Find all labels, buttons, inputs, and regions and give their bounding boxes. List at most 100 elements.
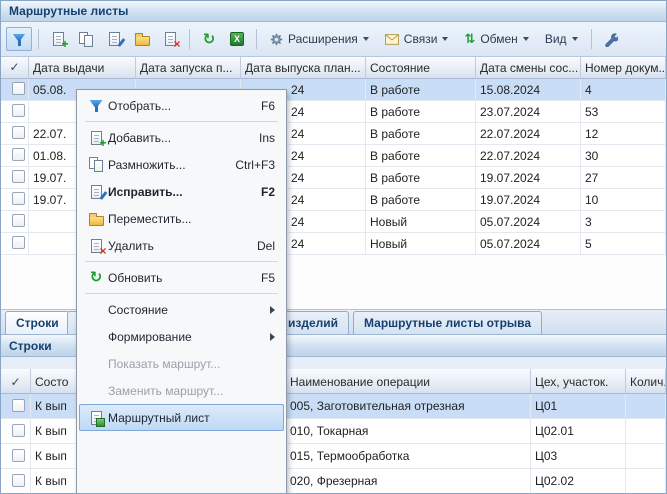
cell-shop: Ц03 bbox=[531, 444, 626, 468]
row-checkbox[interactable] bbox=[12, 424, 25, 437]
header-select-all[interactable]: ✓ bbox=[1, 57, 29, 78]
header-issue-date[interactable]: Дата выдачи bbox=[29, 57, 136, 78]
cell-state: В работе bbox=[366, 167, 476, 188]
tab-label: Маршрутные листы отрыва bbox=[364, 316, 531, 330]
menu-item-state[interactable]: Состояние bbox=[79, 296, 284, 323]
cell-doc-number: 10 bbox=[581, 189, 666, 210]
menu-item-move[interactable]: Переместить... bbox=[79, 205, 284, 232]
header-state[interactable]: Состояние bbox=[366, 57, 476, 78]
cell-state: В работе bbox=[366, 79, 476, 100]
filter-button[interactable] bbox=[6, 27, 32, 51]
app-window: Маршрутные листы Расширения Связи bbox=[0, 0, 667, 494]
duplicate-document-icon bbox=[79, 32, 94, 47]
row-checkbox[interactable] bbox=[12, 236, 25, 249]
menu-item-duplicate[interactable]: Размножить... Ctrl+F3 bbox=[79, 151, 284, 178]
view-label: Вид bbox=[545, 32, 567, 46]
cell-doc-number: 30 bbox=[581, 145, 666, 166]
header-doc-number[interactable]: Номер докум... bbox=[581, 57, 666, 78]
cell-state-change-date: 19.07.2024 bbox=[476, 167, 581, 188]
cell-operation-name: 010, Токарная bbox=[286, 419, 531, 443]
delete-document-icon bbox=[91, 239, 102, 253]
row-checkbox[interactable] bbox=[12, 192, 25, 205]
chevron-down-icon bbox=[442, 37, 448, 41]
chevron-down-icon bbox=[523, 37, 529, 41]
gear-icon bbox=[270, 33, 283, 46]
row-checkbox[interactable] bbox=[12, 170, 25, 183]
cell-state-change-date: 05.07.2024 bbox=[476, 233, 581, 254]
cell-shop: Ц01 bbox=[531, 394, 626, 418]
cell-state: Новый bbox=[366, 211, 476, 232]
add-button[interactable] bbox=[45, 27, 71, 51]
route-sheet-icon bbox=[91, 411, 102, 425]
tab-stroki[interactable]: Строки bbox=[5, 311, 70, 334]
cell-doc-number: 3 bbox=[581, 211, 666, 232]
row-checkbox[interactable] bbox=[12, 104, 25, 117]
row-checkbox[interactable] bbox=[12, 399, 25, 412]
menu-item-edit[interactable]: Исправить... F2 bbox=[79, 178, 284, 205]
menu-separator bbox=[85, 121, 278, 122]
tools-button[interactable] bbox=[598, 27, 624, 51]
row-select-cell bbox=[1, 101, 29, 122]
header-plan-date[interactable]: Дата выпуска план... bbox=[241, 57, 366, 78]
toolbar-separator bbox=[38, 29, 39, 49]
exchange-menu-button[interactable]: Обмен bbox=[457, 27, 535, 51]
row-select-cell bbox=[1, 123, 29, 144]
cell-shop: Ц02.01 bbox=[531, 419, 626, 443]
cell-quantity bbox=[626, 444, 666, 468]
extensions-label: Расширения bbox=[288, 32, 358, 46]
header-select-all[interactable]: ✓ bbox=[1, 369, 31, 393]
cell-operation-name: 005, Заготовительная отрезная bbox=[286, 394, 531, 418]
menu-item-filter[interactable]: Отобрать... F6 bbox=[79, 92, 284, 119]
tab-marshrutnye-listy-otryva[interactable]: Маршрутные листы отрыва bbox=[353, 311, 542, 334]
row-checkbox[interactable] bbox=[12, 474, 25, 487]
row-checkbox[interactable] bbox=[12, 449, 25, 462]
row-checkbox[interactable] bbox=[12, 82, 25, 95]
header-quantity[interactable]: Колич... bbox=[626, 369, 666, 393]
lines-title: Строки bbox=[9, 339, 52, 353]
row-select-cell bbox=[1, 79, 29, 100]
chevron-down-icon bbox=[363, 37, 369, 41]
cell-state: В работе bbox=[366, 189, 476, 210]
refresh-button[interactable] bbox=[196, 27, 222, 51]
links-menu-button[interactable]: Связи bbox=[378, 27, 456, 51]
menu-item-show-route: Показать маршрут... bbox=[79, 350, 284, 377]
submenu-arrow-icon bbox=[270, 333, 275, 341]
submenu-arrow-icon bbox=[270, 306, 275, 314]
duplicate-button[interactable] bbox=[73, 27, 99, 51]
row-select-cell bbox=[1, 145, 29, 166]
menu-item-formation[interactable]: Формирование bbox=[79, 323, 284, 350]
cell-quantity bbox=[626, 394, 666, 418]
header-state-change-date[interactable]: Дата смены сос... bbox=[476, 57, 581, 78]
edit-button[interactable] bbox=[101, 27, 127, 51]
header-operation-name[interactable]: Наименование операции bbox=[286, 369, 531, 393]
move-button[interactable] bbox=[129, 27, 155, 51]
edit-document-icon bbox=[91, 185, 102, 199]
menu-item-add[interactable]: Добавить... Ins bbox=[79, 124, 284, 151]
menu-item-route-sheet[interactable]: Маршрутный лист bbox=[79, 404, 284, 431]
cell-shop: Ц02.02 bbox=[531, 469, 626, 493]
toolbar: Расширения Связи Обмен Вид bbox=[1, 22, 666, 57]
extensions-menu-button[interactable]: Расширения bbox=[263, 27, 376, 51]
menu-separator bbox=[85, 293, 278, 294]
funnel-icon bbox=[13, 33, 26, 46]
menu-item-delete[interactable]: Удалить Del bbox=[79, 232, 284, 259]
row-checkbox[interactable] bbox=[12, 214, 25, 227]
excel-button[interactable] bbox=[224, 27, 250, 51]
delete-document-icon bbox=[165, 32, 176, 46]
row-select-cell bbox=[1, 167, 29, 188]
header-shop[interactable]: Цех, участок. bbox=[531, 369, 626, 393]
row-checkbox[interactable] bbox=[12, 148, 25, 161]
delete-button[interactable] bbox=[157, 27, 183, 51]
row-select-cell bbox=[1, 469, 31, 493]
header-launch-date[interactable]: Дата запуска п... bbox=[136, 57, 241, 78]
menu-item-replace-route: Заменить маршрут... bbox=[79, 377, 284, 404]
cell-quantity bbox=[626, 469, 666, 493]
move-folder-icon bbox=[89, 216, 104, 226]
row-checkbox[interactable] bbox=[12, 126, 25, 139]
refresh-icon bbox=[90, 270, 103, 285]
view-menu-button[interactable]: Вид bbox=[538, 27, 585, 51]
panel-title-bar: Маршрутные листы bbox=[1, 1, 666, 22]
menu-item-refresh[interactable]: Обновить F5 bbox=[79, 264, 284, 291]
row-select-cell bbox=[1, 444, 31, 468]
move-folder-icon bbox=[135, 36, 150, 46]
